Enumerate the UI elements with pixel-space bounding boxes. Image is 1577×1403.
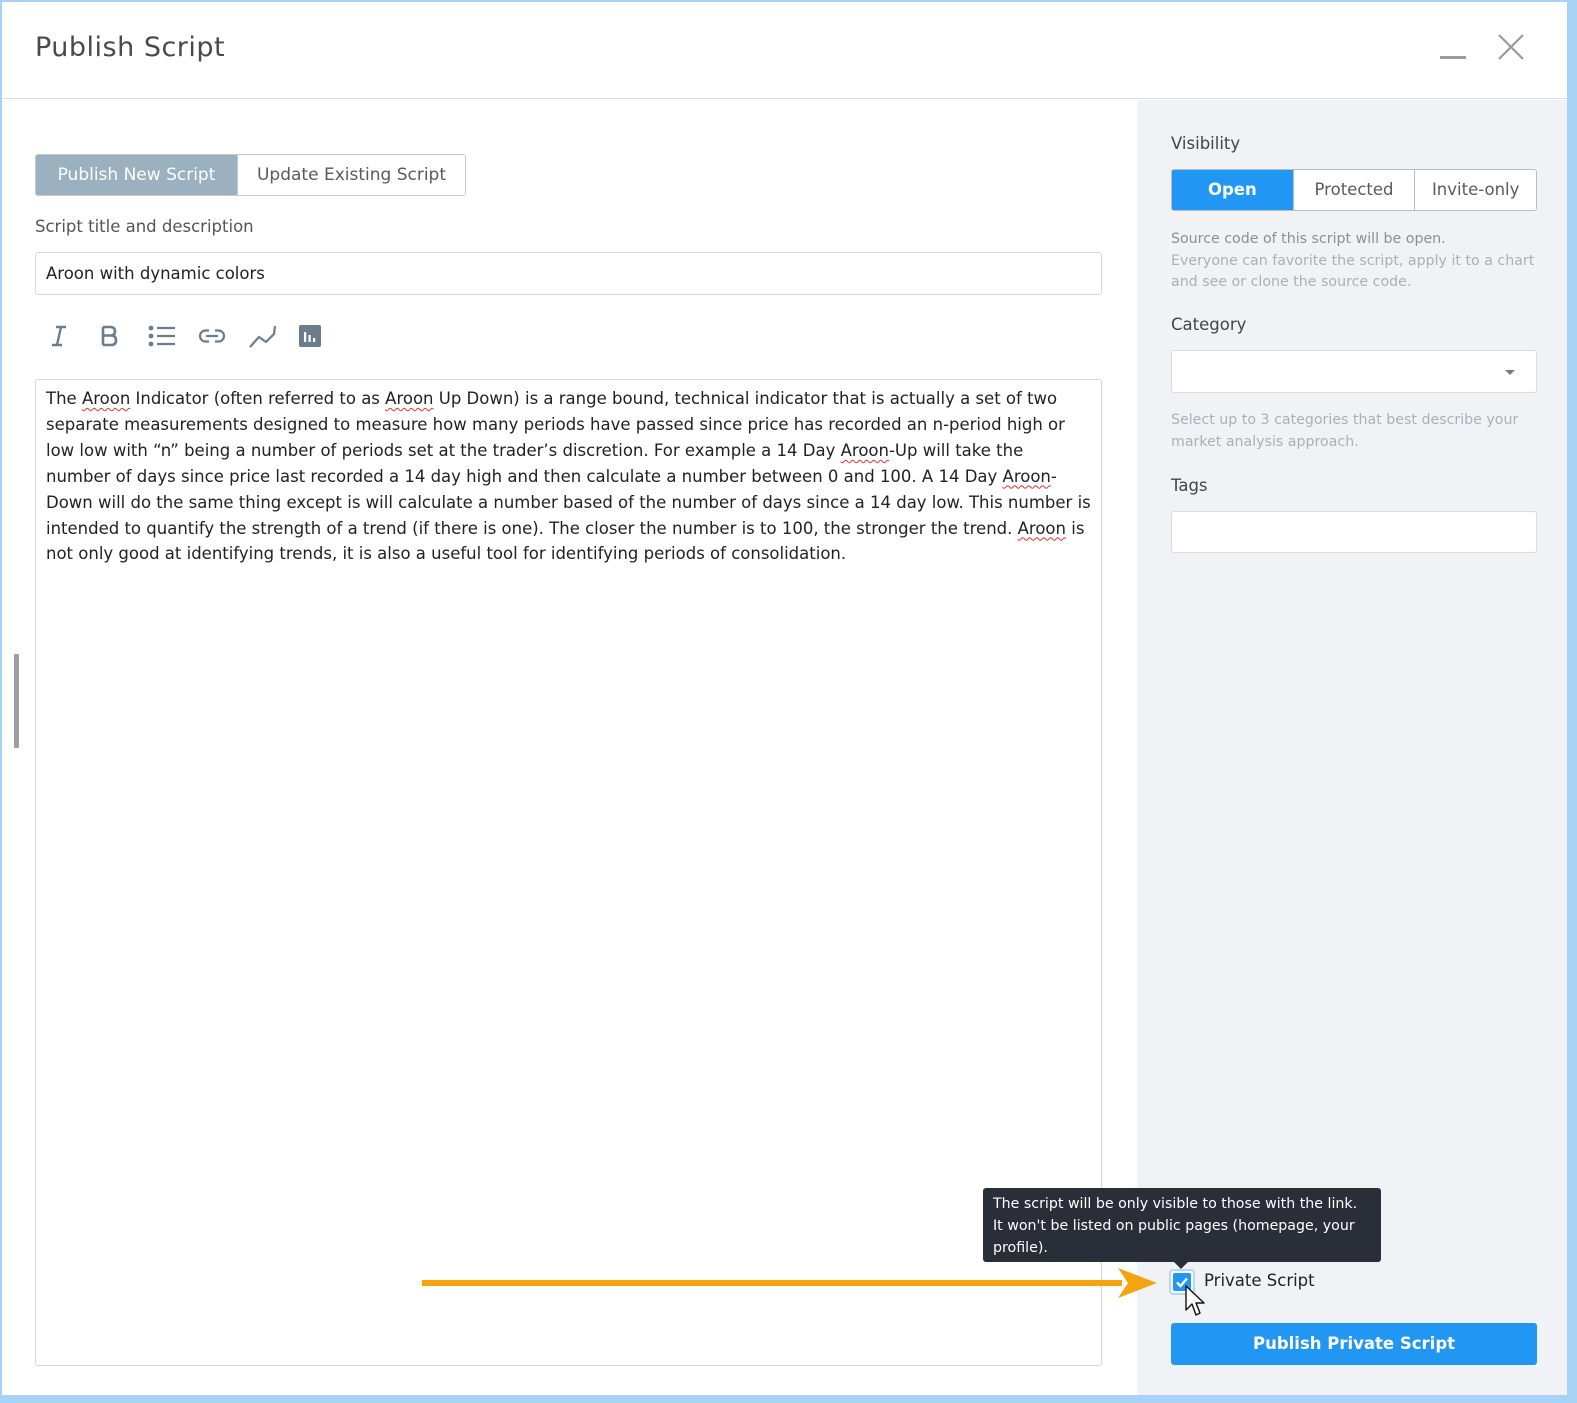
insert-line-chart-button[interactable]	[248, 320, 298, 352]
visibility-label: Visibility	[1171, 134, 1241, 153]
visibility-selector: Open Protected Invite-only	[1171, 169, 1537, 211]
chevron-down-icon	[1505, 370, 1515, 375]
link-button[interactable]	[198, 320, 248, 352]
visibility-description-detail: Everyone can favorite the script, apply …	[1171, 252, 1535, 291]
tab-update-existing-script[interactable]: Update Existing Script	[237, 155, 465, 195]
dialog-title: Publish Script	[35, 32, 226, 63]
description-text: Indicator (often referred to as	[130, 389, 386, 408]
tags-label: Tags	[1171, 476, 1208, 495]
private-script-label[interactable]: Private Script	[1204, 1271, 1315, 1290]
tab-publish-new-script[interactable]: Publish New Script	[36, 155, 237, 195]
bold-icon	[98, 324, 120, 348]
italic-icon	[48, 324, 70, 348]
category-label: Category	[1171, 315, 1247, 334]
description-editor[interactable]: The Aroon Indicator (often referred to a…	[35, 379, 1102, 1366]
publish-private-script-button[interactable]: Publish Private Script	[1171, 1323, 1537, 1365]
visibility-protected-button[interactable]: Protected	[1292, 170, 1415, 210]
misspelled-word: Aroon	[1002, 466, 1051, 486]
category-hint: Select up to 3 categories that best desc…	[1171, 412, 1519, 450]
publish-mode-tabs: Publish New Script Update Existing Scrip…	[35, 154, 466, 196]
visibility-description-headline: Source code of this script will be open.	[1171, 231, 1446, 247]
resize-handle[interactable]	[14, 654, 19, 748]
category-select[interactable]	[1171, 350, 1537, 393]
visibility-invite-only-button[interactable]: Invite-only	[1414, 170, 1536, 210]
description-text: The	[46, 389, 82, 408]
bulleted-list-button[interactable]	[148, 320, 198, 352]
list-icon	[148, 324, 176, 348]
misspelled-word: Aroon	[1017, 518, 1066, 538]
tags-input[interactable]	[1171, 511, 1537, 553]
bar-chart-icon	[298, 324, 322, 348]
misspelled-word: Aroon	[385, 389, 434, 408]
visibility-description: Source code of this script will be open.…	[1171, 229, 1541, 294]
script-title-input[interactable]	[35, 252, 1102, 295]
dialog-header: Publish Script	[2, 2, 1567, 99]
minimize-icon[interactable]	[1440, 56, 1466, 59]
close-icon[interactable]	[1494, 30, 1528, 64]
italic-button[interactable]	[48, 320, 98, 352]
bold-button[interactable]	[98, 320, 148, 352]
main-form-panel: Publish New Script Update Existing Scrip…	[2, 100, 1137, 1395]
mouse-cursor-icon	[1185, 1285, 1205, 1316]
misspelled-word: Aroon	[81, 389, 131, 408]
editor-toolbar	[48, 320, 348, 352]
annotation-arrow	[422, 1268, 1157, 1298]
visibility-open-button[interactable]: Open	[1172, 170, 1293, 210]
line-chart-icon	[248, 323, 278, 349]
insert-chart-button[interactable]	[298, 320, 348, 352]
link-icon	[198, 324, 226, 348]
private-script-tooltip: The script will be only visible to those…	[983, 1188, 1381, 1269]
script-title-label: Script title and description	[35, 217, 254, 236]
misspelled-word: Aroon	[840, 440, 889, 460]
